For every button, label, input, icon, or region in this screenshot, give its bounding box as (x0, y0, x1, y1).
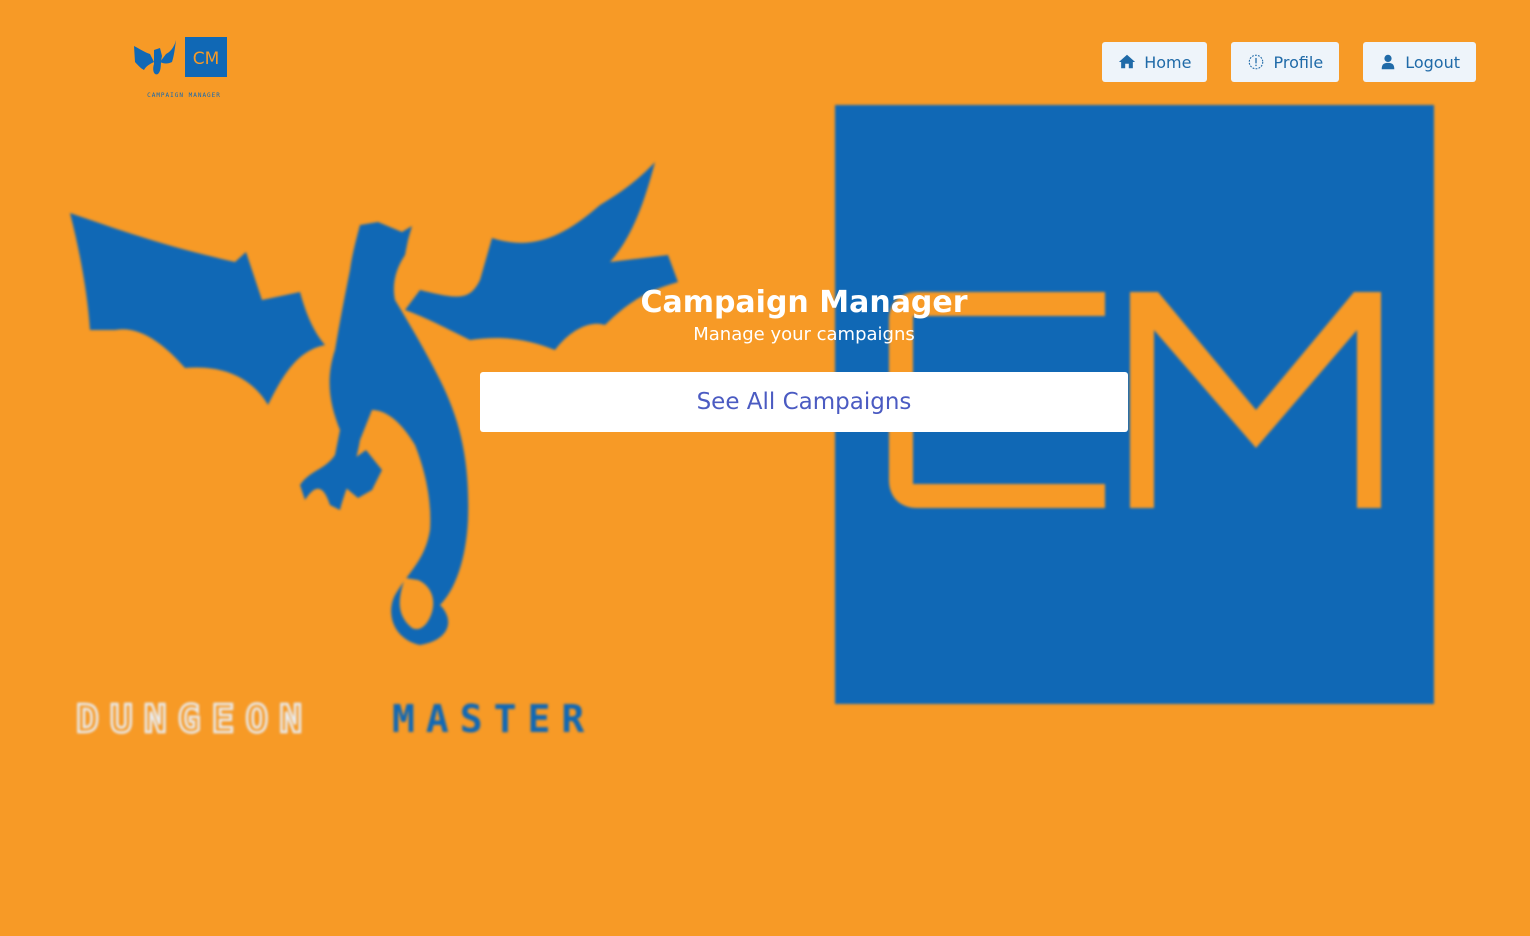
page-title: Campaign Manager (640, 285, 968, 320)
logo-dragon-icon (134, 40, 176, 75)
hero-section: Campaign Manager Manage your campaigns S… (480, 284, 1128, 432)
background-artwork: DUNGEON MASTER (70, 105, 1434, 742)
nav-home-label: Home (1144, 52, 1192, 72)
nav-logout-button[interactable]: Logout (1363, 42, 1476, 82)
user-icon (1381, 54, 1395, 70)
info-circle-icon (1249, 54, 1264, 70)
logo-caption: CAMPAIGN MANAGER (147, 92, 221, 99)
nav-logout-label: Logout (1405, 52, 1460, 72)
app-logo[interactable]: CM CAMPAIGN MANAGER (130, 34, 234, 104)
nav-home-button[interactable]: Home (1102, 42, 1208, 82)
nav-profile-button[interactable]: Profile (1231, 42, 1340, 82)
logo-cm-text: CM (193, 49, 220, 69)
master-text: MASTER (392, 697, 595, 741)
top-nav: Home Profile Logout (1102, 42, 1476, 82)
see-all-campaigns-button[interactable]: See All Campaigns (480, 372, 1128, 432)
nav-profile-label: Profile (1273, 52, 1324, 72)
home-icon (1119, 54, 1136, 69)
dungeon-text: DUNGEON (76, 697, 313, 741)
page-subtitle: Manage your campaigns (693, 324, 915, 345)
